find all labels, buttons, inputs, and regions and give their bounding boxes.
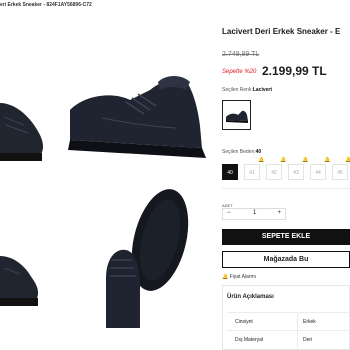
bell-icon[interactable]: 🔔	[345, 157, 350, 163]
selected-color-value: Lacivert	[252, 87, 273, 93]
size-option[interactable]: 45	[332, 164, 348, 180]
selected-size-label: Seçilen Beden:	[222, 149, 256, 155]
size-option[interactable]: 40	[222, 164, 238, 180]
quantity-increase-button[interactable]: +	[277, 210, 281, 216]
price-alarm-link[interactable]: 🔔 Fiyat Alarmı	[222, 274, 256, 280]
selected-size-value: 40	[255, 149, 262, 155]
bell-icon[interactable]: 🔔	[324, 157, 330, 163]
description-panel: Ürün Açıklaması Cinsiyet Erkek Dış Mater…	[222, 285, 350, 350]
price-alarm-label: Fiyat Alarmı	[229, 274, 257, 280]
product-info: Lacivert Deri Erkek Sneaker - E 2.749,99…	[222, 0, 350, 350]
bell-icon: 🔔	[222, 274, 229, 280]
stock-alert-row: 🔔 🔔 🔔 🔔 🔔	[222, 157, 350, 163]
current-price: 2.199,99 TL	[262, 64, 327, 78]
description-title[interactable]: Ürün Açıklaması	[227, 294, 274, 300]
spec-value: Deri	[303, 337, 313, 343]
size-option[interactable]: 44	[310, 164, 326, 180]
quantity-decrease-button[interactable]: −	[227, 210, 231, 216]
divider	[297, 313, 298, 331]
product-image-3[interactable]	[0, 250, 44, 310]
spec-value: Erkek	[303, 319, 316, 325]
bell-icon[interactable]: 🔔	[302, 157, 308, 163]
bell-icon[interactable]: 🔔	[280, 157, 286, 163]
selected-color: Seçilen Renk:Lacivert	[222, 87, 272, 93]
size-option[interactable]: 43	[288, 164, 304, 180]
quantity-stepper: − 1 +	[222, 208, 286, 220]
product-title: Lacivert Deri Erkek Sneaker - E	[222, 27, 341, 36]
product-image-4[interactable]	[96, 188, 196, 328]
spec-row: Dış Materyal Deri	[227, 330, 350, 349]
add-to-cart-button[interactable]: SEPETE EKLE	[222, 229, 350, 245]
spec-row: Cinsiyet Erkek	[227, 312, 350, 331]
size-selector: 40 41 42 43 44 45	[222, 164, 350, 180]
divider	[222, 188, 350, 189]
spec-key: Dış Materyal	[235, 337, 264, 343]
quantity-value[interactable]: 1	[253, 210, 256, 216]
product-image-1[interactable]	[0, 95, 48, 163]
promo-label: Sepette %20	[222, 69, 257, 75]
selected-color-label: Seçilen Renk:	[222, 87, 253, 93]
bell-icon[interactable]: 🔔	[258, 157, 264, 163]
color-swatch[interactable]	[222, 100, 251, 130]
selected-size: Seçilen Beden:40	[222, 149, 261, 155]
spec-key: Cinsiyet	[235, 319, 253, 325]
size-option[interactable]: 41	[244, 164, 260, 180]
breadcrumb: eri Erkek Sneaker - 824F1AY56896-C72	[0, 2, 92, 8]
image-gallery: eri Erkek Sneaker - 824F1AY56896-C72	[0, 0, 210, 350]
size-option[interactable]: 42	[266, 164, 282, 180]
find-in-store-button[interactable]: Mağazada Bu	[222, 251, 350, 268]
product-image-2[interactable]	[66, 70, 214, 170]
old-price: 2.749,99 TL	[222, 51, 260, 58]
divider	[297, 331, 298, 349]
